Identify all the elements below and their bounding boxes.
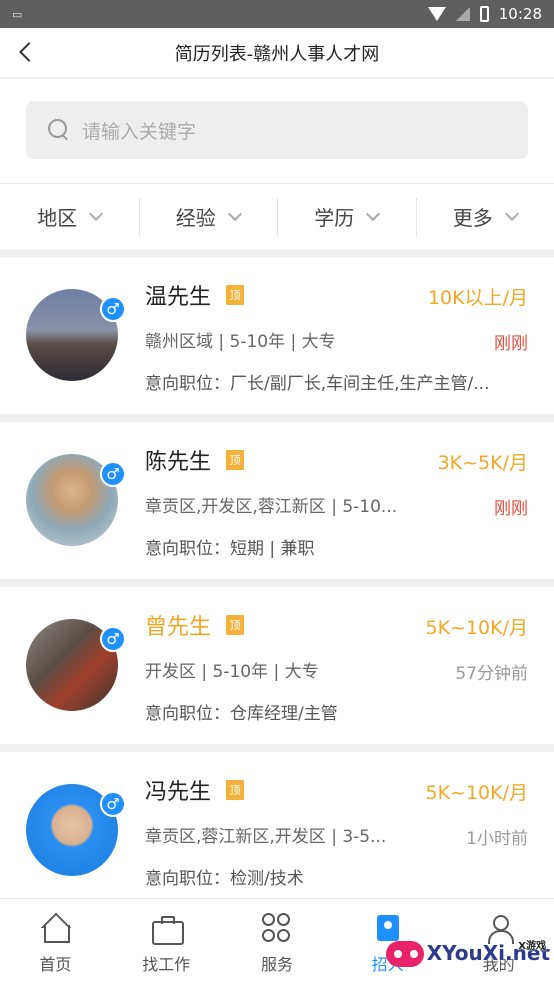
update-time: 57分钟前: [455, 664, 528, 684]
top-badge-icon: 顶: [226, 450, 244, 470]
male-icon: ♂: [100, 296, 126, 322]
filter-experience[interactable]: 经验: [138, 184, 278, 249]
update-time: 1小时前: [466, 829, 528, 849]
male-icon: ♂: [100, 626, 126, 652]
intended-position: 意向职位：仓库经理/主管: [145, 704, 338, 724]
update-time: 刚刚: [494, 499, 528, 519]
resume-card[interactable]: ♂ 曾先生 顶 5K~10K/月 开发区 | 5-10年 | 大专 57分钟前 …: [0, 587, 554, 744]
app-header: 简历列表-赣州人事人才网: [0, 28, 554, 78]
signal-icon: [455, 7, 470, 21]
watermark: XYouXi.net X游戏: [382, 926, 550, 980]
status-icons: 10:28: [427, 5, 542, 23]
resume-card[interactable]: ♂ 冯先生 顶 5K~10K/月 章贡区,蓉江新区,开发区 | 3-5... 1…: [0, 752, 554, 909]
search-input[interactable]: 请输入关键字: [26, 101, 528, 159]
filter-bar: 地区 经验 学历 更多: [0, 183, 554, 249]
top-badge-icon: 顶: [226, 615, 244, 635]
resume-card[interactable]: ♂ 陈先生 顶 3K~5K/月 章贡区,开发区,蓉江新区 | 5-10... 刚…: [0, 422, 554, 579]
page-title: 简历列表-赣州人事人才网: [174, 43, 380, 65]
salary: 10K以上/月: [427, 287, 528, 309]
top-badge-icon: 顶: [226, 780, 244, 800]
filter-label: 更多: [452, 206, 493, 230]
chevron-down-icon: [504, 206, 519, 221]
chevron-down-icon: [89, 206, 104, 221]
home-icon: [40, 913, 71, 943]
status-time: 10:28: [498, 5, 542, 23]
tab-home[interactable]: 首页: [0, 899, 111, 986]
tab-label: 服务: [260, 955, 293, 974]
update-time: 刚刚: [494, 334, 528, 354]
intended-position: 意向职位：短期 | 兼职: [145, 539, 315, 559]
filter-label: 经验: [175, 206, 216, 230]
male-icon: ♂: [100, 461, 126, 487]
tab-label: 首页: [39, 955, 72, 974]
candidate-name: 冯先生: [145, 780, 212, 805]
services-icon: [261, 913, 292, 943]
watermark-sub: X游戏: [518, 941, 546, 952]
candidate-name: 温先生: [145, 285, 212, 310]
tab-find-job[interactable]: 找工作: [111, 899, 222, 986]
filter-label: 学历: [314, 206, 355, 230]
intended-position: 意向职位：检测/技术: [145, 869, 304, 889]
wifi-icon: [427, 7, 446, 21]
male-icon: ♂: [100, 791, 126, 817]
back-arrow-icon[interactable]: [18, 42, 36, 64]
watermark-text: XYouXi.net X游戏: [427, 941, 550, 965]
filter-more[interactable]: 更多: [415, 184, 554, 249]
salary: 5K~10K/月: [425, 617, 528, 639]
candidate-info: 章贡区,蓉江新区,开发区 | 3-5...: [145, 827, 387, 847]
tab-label: 找工作: [142, 955, 191, 974]
candidate-info: 章贡区,开发区,蓉江新区 | 5-10...: [145, 497, 398, 517]
salary: 5K~10K/月: [425, 782, 528, 804]
resume-card[interactable]: ♂ 温先生 顶 10K以上/月 赣州区域 | 5-10年 | 大专 刚刚 意向职…: [0, 257, 554, 414]
briefcase-icon: [151, 913, 185, 945]
intended-position: 意向职位：厂长/副厂长,车间主任,生产主管/...: [145, 374, 490, 394]
top-badge-icon: 顶: [226, 285, 244, 305]
search-icon: [48, 119, 70, 141]
notification-icon: ▭: [12, 7, 23, 21]
status-bar: ▭ 10:28: [0, 0, 554, 28]
candidate-info: 开发区 | 5-10年 | 大专: [145, 662, 319, 682]
tab-services[interactable]: 服务: [222, 899, 333, 986]
battery-icon: [479, 6, 489, 22]
filter-education[interactable]: 学历: [277, 184, 416, 249]
chevron-down-icon: [366, 206, 381, 221]
search-placeholder: 请输入关键字: [82, 120, 197, 143]
filter-label: 地区: [37, 206, 78, 230]
gamepad-logo-icon: [382, 933, 425, 973]
candidate-name: 曾先生: [145, 615, 212, 640]
filter-region[interactable]: 地区: [0, 184, 139, 249]
search-section: 请输入关键字: [0, 79, 554, 183]
candidate-name: 陈先生: [145, 450, 212, 475]
chevron-down-icon: [227, 206, 242, 221]
salary: 3K~5K/月: [437, 452, 528, 474]
candidate-info: 赣州区域 | 5-10年 | 大专: [145, 332, 336, 352]
